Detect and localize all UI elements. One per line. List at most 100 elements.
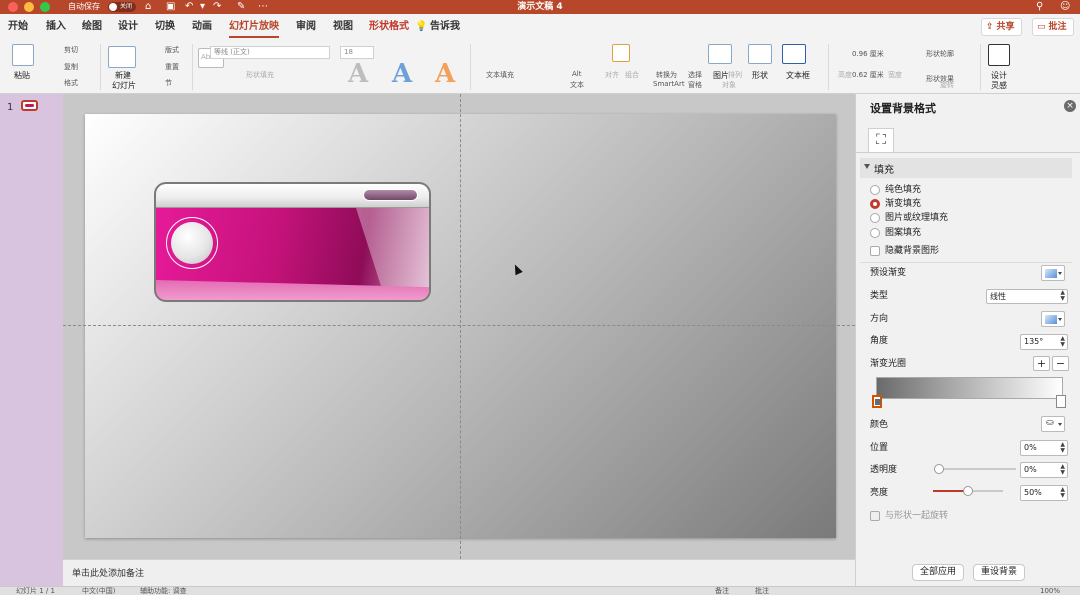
share-button[interactable]: ⇪ 共享 [981, 18, 1022, 36]
gradient-stop-right[interactable] [1056, 395, 1066, 408]
new-slide-icon[interactable] [108, 46, 136, 68]
tab-insert[interactable]: 插入 [46, 20, 66, 34]
add-stop-button[interactable]: + [1033, 356, 1050, 371]
alt-text-label-1[interactable]: Alt [572, 70, 581, 78]
convert-label-2[interactable]: SmartArt [653, 80, 685, 88]
angle-field[interactable]: 135° ▲ ▼ [1020, 334, 1068, 350]
rotate-with-shape-checkbox[interactable] [870, 511, 880, 521]
language-status[interactable]: 中文(中国) [82, 587, 115, 595]
section-button[interactable]: 节 [165, 78, 172, 88]
radio-pattern[interactable] [870, 228, 880, 238]
tab-transitions[interactable]: 切换 [155, 20, 175, 34]
brightness-field[interactable]: 50% ▲ ▼ [1020, 485, 1068, 501]
group-icon[interactable] [612, 44, 630, 62]
font-name-select[interactable]: 等线 (正文) [210, 46, 330, 59]
slide-thumbnail[interactable] [21, 100, 38, 111]
gradient-stop-left[interactable] [872, 395, 882, 408]
design-ideas-icon[interactable] [988, 44, 1010, 66]
search-icon[interactable]: ⚲ [1036, 0, 1043, 14]
shape-outline-button[interactable]: 形状轮廓 [926, 49, 954, 59]
tab-home[interactable]: 开始 [8, 20, 28, 34]
apply-to-all-button[interactable]: 全部应用 [912, 564, 965, 581]
shape-fill-label[interactable]: 形状填充 [246, 70, 274, 80]
textbox-icon[interactable] [782, 44, 806, 64]
reset-button[interactable]: 重置 [165, 62, 179, 72]
format-painter-button[interactable]: 格式 [64, 78, 78, 88]
width-value[interactable]: 0.62 厘米 [852, 70, 884, 80]
zoom-level[interactable]: 100% [1040, 587, 1060, 595]
hide-background-checkbox[interactable] [870, 246, 880, 256]
position-field[interactable]: 0% ▲ ▼ [1020, 440, 1068, 456]
select-pane-label-1[interactable]: 选择 [688, 70, 702, 80]
fill-section-header[interactable]: 填充 [860, 158, 1072, 178]
radio-picture[interactable] [870, 213, 880, 223]
color-picker-button[interactable]: ⛀ [1041, 416, 1065, 432]
horizontal-guide[interactable] [63, 325, 855, 326]
slider-knob[interactable] [934, 464, 944, 474]
text-fill-label[interactable]: 文本填充 [486, 70, 514, 80]
fill-bucket-icon[interactable]: ⛶ [868, 128, 894, 152]
widget-shape[interactable] [154, 182, 431, 302]
gradient-stops-bar[interactable] [876, 377, 1063, 399]
radio-solid[interactable] [870, 185, 880, 195]
tab-design[interactable]: 设计 [118, 20, 138, 34]
tab-draw[interactable]: 绘图 [82, 20, 102, 34]
tab-animations[interactable]: 动画 [192, 20, 212, 34]
text-style-blue-icon[interactable]: A [392, 60, 412, 88]
font-size-select[interactable]: 18 [340, 46, 374, 59]
picture-icon[interactable] [708, 44, 732, 64]
group-label[interactable]: 组合 [625, 70, 639, 80]
type-select[interactable]: 线性 ▲ ▼ [986, 289, 1068, 304]
accessibility-status[interactable]: 辅助功能: 调查 [140, 587, 187, 595]
height-value[interactable]: 0.96 厘米 [852, 49, 884, 59]
comments-button[interactable]: ▭ 批注 [1032, 18, 1074, 36]
tab-slideshow[interactable]: 幻灯片放映 [229, 20, 279, 38]
shape-label[interactable]: 形状 [752, 70, 768, 81]
slide-thumbnails-pane: 1 [0, 94, 63, 586]
paste-icon[interactable] [12, 44, 34, 66]
alt-text-label-2[interactable]: 文本 [570, 80, 584, 90]
ribbon-tab-bar: 开始 插入 绘图 设计 切换 动画 幻灯片放映 审阅 视图 形状格式 💡 告诉我… [0, 14, 1080, 40]
slider-knob[interactable] [963, 486, 973, 496]
reset-background-button[interactable]: 重设背景 [973, 564, 1026, 581]
brightness-slider[interactable] [933, 486, 1003, 496]
paste-label[interactable]: 粘贴 [14, 70, 30, 81]
stepper-icon[interactable]: ▲ ▼ [1060, 464, 1065, 476]
preset-gradient-button[interactable] [1041, 265, 1065, 281]
cut-button[interactable]: 剪切 [64, 45, 78, 55]
textbox-label[interactable]: 文本框 [786, 70, 810, 81]
tab-tell-me[interactable]: 告诉我 [430, 20, 460, 34]
transparency-label: 透明度 [870, 465, 898, 475]
vertical-guide[interactable] [460, 94, 461, 559]
transparency-slider[interactable] [934, 464, 1016, 474]
align-label[interactable]: 对齐 [605, 70, 619, 80]
text-style-orange-icon[interactable]: A [435, 60, 455, 88]
arrange-label-2[interactable]: 对象 [722, 80, 736, 90]
stepper-icon[interactable]: ▲ ▼ [1060, 487, 1065, 499]
arrange-label-1[interactable]: 排列 [728, 70, 742, 80]
tab-shape-format[interactable]: 形状格式 [369, 20, 409, 34]
comments-toggle[interactable]: 批注 [755, 587, 769, 595]
direction-button[interactable] [1041, 311, 1065, 327]
layout-button[interactable]: 版式 [165, 45, 179, 55]
remove-stop-button[interactable]: − [1052, 356, 1069, 371]
notes-toggle[interactable]: 备注 [715, 587, 729, 595]
account-icon[interactable]: ☺ [1060, 0, 1070, 14]
notes-pane[interactable]: 单击此处添加备注 [63, 559, 855, 586]
radio-gradient[interactable] [870, 199, 880, 209]
tab-view[interactable]: 视图 [333, 20, 353, 34]
document-title: 演示文稿 4 [517, 2, 563, 12]
design-ideas-label-2[interactable]: 灵感 [991, 80, 1007, 91]
convert-label-1[interactable]: 转换为 [656, 70, 677, 80]
select-pane-label-2[interactable]: 窗格 [688, 80, 702, 90]
stepper-icon[interactable]: ▲ ▼ [1060, 336, 1065, 348]
stepper-icon[interactable]: ▲ ▼ [1060, 442, 1065, 454]
new-slide-label-2[interactable]: 幻灯片 [112, 80, 136, 91]
text-style-gray-icon[interactable]: A [348, 60, 368, 88]
rotate-label[interactable]: 旋转 [940, 80, 954, 90]
tab-review[interactable]: 审阅 [296, 20, 316, 34]
shape-icon[interactable] [748, 44, 772, 64]
close-pane-icon[interactable]: × [1064, 100, 1076, 112]
transparency-field[interactable]: 0% ▲ ▼ [1020, 462, 1068, 478]
copy-button[interactable]: 复制 [64, 62, 78, 72]
